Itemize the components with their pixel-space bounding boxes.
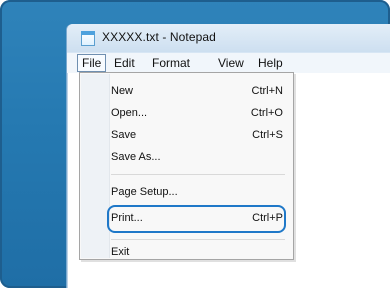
menu-item-shortcut: Ctrl+S [252,129,283,141]
menu-view[interactable]: View [218,55,244,71]
menu-item-open[interactable]: Open... Ctrl+O [111,104,283,122]
menu-separator [111,239,285,240]
menu-item-new[interactable]: New Ctrl+N [111,82,283,100]
menu-item-label: Open... [111,107,148,119]
notepad-icon [81,31,95,46]
menu-item-label: Page Setup... [111,186,178,198]
menu-item-label: Print... [111,212,143,224]
menu-item-page-setup[interactable]: Page Setup... [111,183,283,201]
menu-item-shortcut: Ctrl+O [250,107,283,119]
menu-item-shortcut: Ctrl+N [251,85,283,97]
menu-help[interactable]: Help [258,55,283,71]
menu-item-label: New [111,85,134,97]
menu-separator [111,174,285,175]
menu-item-save[interactable]: Save Ctrl+S [111,126,283,144]
menu-item-shortcut: Ctrl+P [252,212,283,224]
menu-item-label: Save As... [111,151,161,163]
menu-item-label: Save [111,129,137,141]
menu-item-save-as[interactable]: Save As... [111,148,283,166]
menu-item-print[interactable]: Print... Ctrl+P [111,209,283,227]
window-title: XXXXX.txt - Notepad [102,30,216,44]
menu-item-label: Exit [111,246,130,258]
menu-edit[interactable]: Edit [114,55,135,71]
file-menu-dropdown: New Ctrl+N Open... Ctrl+O Save Ctrl+S Sa… [79,72,294,260]
menu-format[interactable]: Format [152,55,190,71]
menu-item-exit[interactable]: Exit [111,243,283,261]
title-bar: XXXXX.txt - Notepad [67,24,390,52]
menu-file[interactable]: File [77,54,107,72]
menu-bar: File Edit Format View Help [67,52,390,74]
menu-gutter [81,74,110,258]
